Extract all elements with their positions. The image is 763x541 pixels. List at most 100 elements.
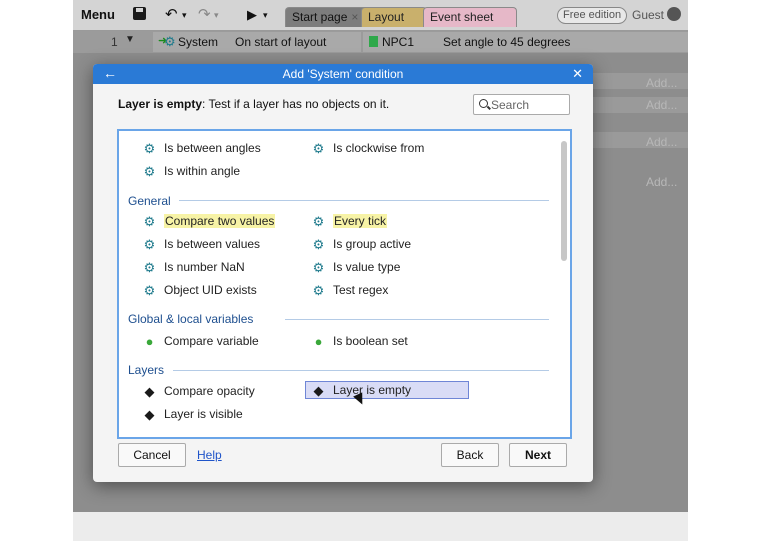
undo-dropdown-icon[interactable]: ▾ (182, 5, 187, 25)
list-item[interactable]: ⚙ Is between values (143, 236, 260, 252)
item-label: Is between angles (164, 141, 261, 155)
close-icon[interactable]: × (351, 10, 358, 24)
condition-list[interactable]: ⚙ Is between angles ⚙ Is clockwise from ⚙ I… (117, 129, 572, 439)
gear-icon: ⚙ (164, 34, 176, 49)
item-label: Test regex (333, 283, 389, 297)
edition-badge[interactable]: Free edition (557, 7, 628, 24)
help-link[interactable]: Help (197, 448, 222, 462)
item-label: Is group active (333, 237, 412, 251)
redo-dropdown-icon[interactable]: ▾ (214, 5, 219, 25)
condition-trigger: On start of layout (235, 35, 327, 49)
add-condition-dialog: ← Add 'System' condition ✕ Layer is empt… (93, 64, 593, 482)
menu-button[interactable]: Menu (81, 5, 115, 25)
list-item[interactable]: ⚙ Is clockwise from (312, 140, 425, 157)
gear-icon: ⚙ (312, 141, 325, 157)
action-object: NPC1 (382, 35, 415, 49)
item-label: Is number NaN (164, 260, 245, 274)
list-item-selected[interactable]: ◆ Layer is empty (305, 381, 469, 399)
next-button[interactable]: Next (509, 443, 567, 467)
gear-icon: ⚙ (143, 260, 156, 276)
list-item[interactable]: ◆ Compare opacity (143, 383, 255, 399)
cancel-button[interactable]: Cancel (118, 443, 186, 467)
list-item[interactable]: ⚙ Is within angle (143, 163, 240, 179)
add-action-link[interactable]: Add... (646, 175, 677, 189)
back-button[interactable]: Back (441, 443, 499, 467)
item-label: Object UID exists (164, 283, 257, 297)
item-label: Is clockwise from (333, 141, 425, 155)
item-label: Is within angle (164, 164, 241, 178)
redo-icon[interactable]: ↷ (198, 5, 211, 25)
gear-icon: ⚙ (312, 237, 325, 253)
status-bar (73, 512, 688, 541)
list-item[interactable]: ● Compare variable (143, 333, 259, 349)
tab-layout-1[interactable]: Layout 1× (361, 7, 427, 43)
scrollbar[interactable] (561, 141, 567, 261)
list-item[interactable]: ⚙ Is group active (312, 236, 411, 252)
description-text: : Test if a layer has no objects on it. (202, 97, 390, 111)
item-label: Is boolean set (333, 334, 408, 348)
event-row[interactable]: 1 ▼ ➜ ⚙ System On start of layout NPC1 S… (73, 31, 688, 53)
layers-icon: ◆ (144, 407, 155, 423)
section-divider (285, 319, 549, 320)
tab-event-sheet-1[interactable]: Event sheet 1× (423, 7, 517, 43)
globe-icon: ● (314, 334, 323, 350)
globe-icon: ● (145, 334, 154, 350)
layers-icon: ◆ (144, 384, 155, 400)
sprite-icon (369, 36, 378, 47)
item-label: Layer is visible (164, 407, 243, 421)
add-action-link[interactable]: Add... (646, 135, 677, 149)
gear-icon: ⚙ (312, 214, 325, 230)
section-divider (173, 370, 549, 371)
gear-icon: ⚙ (312, 283, 325, 299)
gear-icon: ⚙ (143, 237, 156, 253)
gear-icon: ⚙ (143, 164, 156, 180)
main-toolbar: Menu ↶ ▾ ↷ ▾ ▶ ▾ Start page× Layout 1× E… (73, 0, 688, 43)
search-icon (479, 99, 488, 108)
section-heading-variables: Global & local variables (128, 312, 254, 326)
gear-icon: ⚙ (143, 141, 156, 157)
item-label: Is value type (333, 260, 401, 274)
list-item[interactable]: ⚙ Every tick (312, 213, 388, 230)
add-action-link[interactable]: Add... (646, 76, 677, 90)
list-item[interactable]: ⚙ Compare two values (143, 213, 276, 230)
list-item[interactable]: ⚙ Object UID exists (143, 282, 257, 298)
event-number: 1 (111, 35, 118, 49)
gear-icon: ⚙ (143, 214, 156, 230)
item-label: Is between values (164, 237, 261, 251)
item-label: Compare variable (164, 334, 259, 348)
condition-description: Layer is empty: Test if a layer has no o… (118, 97, 389, 111)
list-item[interactable]: ⚙ Is between angles (143, 140, 261, 156)
gear-icon: ⚙ (312, 260, 325, 276)
section-heading-general: General (128, 194, 171, 208)
close-icon[interactable]: ✕ (572, 66, 583, 82)
user-icon[interactable] (667, 7, 681, 21)
item-label: Compare two values (164, 214, 276, 228)
search-placeholder: Search (491, 98, 530, 112)
play-icon[interactable]: ▶ (247, 5, 257, 25)
save-icon[interactable] (133, 7, 146, 20)
list-item[interactable]: ● Is boolean set (312, 333, 408, 349)
play-dropdown-icon[interactable]: ▾ (263, 5, 268, 25)
section-divider (179, 200, 549, 201)
list-item[interactable]: ⚙ Test regex (312, 282, 389, 299)
list-item[interactable]: ⚙ Is number NaN (143, 259, 245, 275)
tab-label: Start page (292, 10, 348, 24)
description-title: Layer is empty (118, 97, 203, 111)
dialog-header: ← Add 'System' condition ✕ (93, 64, 593, 84)
section-heading-layers: Layers (128, 363, 165, 377)
item-label: Every tick (333, 214, 388, 228)
list-item[interactable]: ⚙ Is value type (312, 259, 401, 276)
item-label: Compare opacity (164, 384, 255, 398)
undo-icon[interactable]: ↶ (165, 5, 178, 25)
user-label[interactable]: Guest (632, 8, 664, 22)
item-label: Layer is empty (333, 383, 412, 397)
search-input[interactable]: Search (473, 94, 570, 115)
collapse-icon[interactable]: ▼ (125, 34, 135, 45)
add-action-link[interactable]: Add... (646, 98, 677, 112)
gear-icon: ⚙ (143, 283, 156, 299)
list-item[interactable]: ◆ Layer is visible (143, 406, 243, 422)
condition-object: System (178, 35, 219, 49)
action-text: Set angle to 45 degrees (443, 35, 571, 49)
tab-start-page[interactable]: Start page × (285, 7, 369, 27)
layers-icon: ◆ (313, 383, 324, 399)
